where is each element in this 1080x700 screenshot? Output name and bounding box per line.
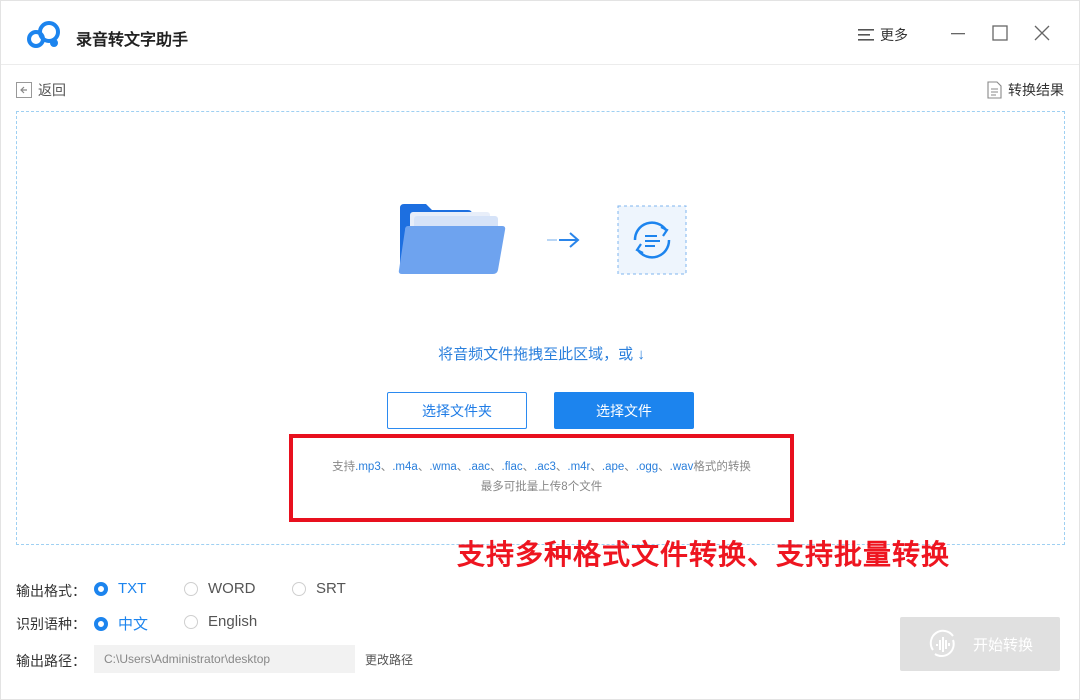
conversion-result-button[interactable]: 转换结果 xyxy=(987,80,1064,100)
radio-format-txt[interactable]: TXT xyxy=(94,580,146,597)
app-title: 录音转文字助手 xyxy=(76,32,189,49)
drop-hint-text: 将音频文件拖拽至此区域，或 ↓ xyxy=(438,346,645,363)
arrow-right-icon xyxy=(547,232,580,248)
more-button[interactable]: 更多 xyxy=(858,25,908,45)
back-button[interactable]: 返回 xyxy=(16,80,66,100)
select-folder-button[interactable]: 选择文件夹 xyxy=(387,392,527,429)
start-conversion-label: 开始转换 xyxy=(972,636,1033,654)
radio-format-word[interactable]: WORD xyxy=(184,580,256,597)
radio-label: 中文 xyxy=(118,616,149,633)
radio-label: English xyxy=(208,613,258,630)
back-arrow-icon xyxy=(16,82,32,98)
document-icon xyxy=(987,81,1002,99)
radio-dot xyxy=(94,616,108,631)
radio-label: SRT xyxy=(316,580,346,597)
back-label: 返回 xyxy=(38,82,66,98)
close-icon[interactable] xyxy=(1031,22,1053,44)
audio-wave-icon xyxy=(929,629,955,657)
highlight-box xyxy=(289,434,794,522)
app-window: 录音转文字助手 更多 返回 转换结果 将音频文件拖拽至此区域，或 ↓ 选择文件夹… xyxy=(0,0,1080,700)
radio-language-chinese[interactable]: 中文 xyxy=(94,613,148,634)
output-path-label: 输出路径： xyxy=(16,653,86,669)
annotation-caption: 支持多种格式文件转换、支持批量转换 xyxy=(457,539,951,570)
radio-dot xyxy=(94,581,108,596)
menu-lines-icon xyxy=(858,29,874,41)
start-conversion-button[interactable]: 开始转换 xyxy=(900,617,1060,671)
maximize-icon[interactable] xyxy=(989,22,1011,44)
audio-convert-icon xyxy=(617,205,687,275)
language-label: 识别语种： xyxy=(16,616,86,632)
output-path-field[interactable] xyxy=(94,645,355,673)
title-bar: 录音转文字助手 更多 xyxy=(1,1,1079,65)
app-logo-icon xyxy=(27,21,60,48)
output-format-label: 输出格式： xyxy=(16,583,86,599)
minimize-icon[interactable] xyxy=(947,22,969,44)
radio-dot xyxy=(292,581,306,596)
select-file-button[interactable]: 选择文件 xyxy=(554,392,694,429)
radio-dot xyxy=(184,581,198,596)
radio-format-srt[interactable]: SRT xyxy=(292,580,346,597)
radio-language-english[interactable]: English xyxy=(184,613,257,630)
conversion-result-label: 转换结果 xyxy=(1008,82,1064,98)
radio-label: WORD xyxy=(208,580,256,597)
more-label: 更多 xyxy=(880,27,908,43)
radio-label: TXT xyxy=(118,580,147,597)
folder-icon xyxy=(398,204,506,274)
change-path-link[interactable]: 更改路径 xyxy=(365,651,413,668)
radio-dot xyxy=(184,614,198,629)
